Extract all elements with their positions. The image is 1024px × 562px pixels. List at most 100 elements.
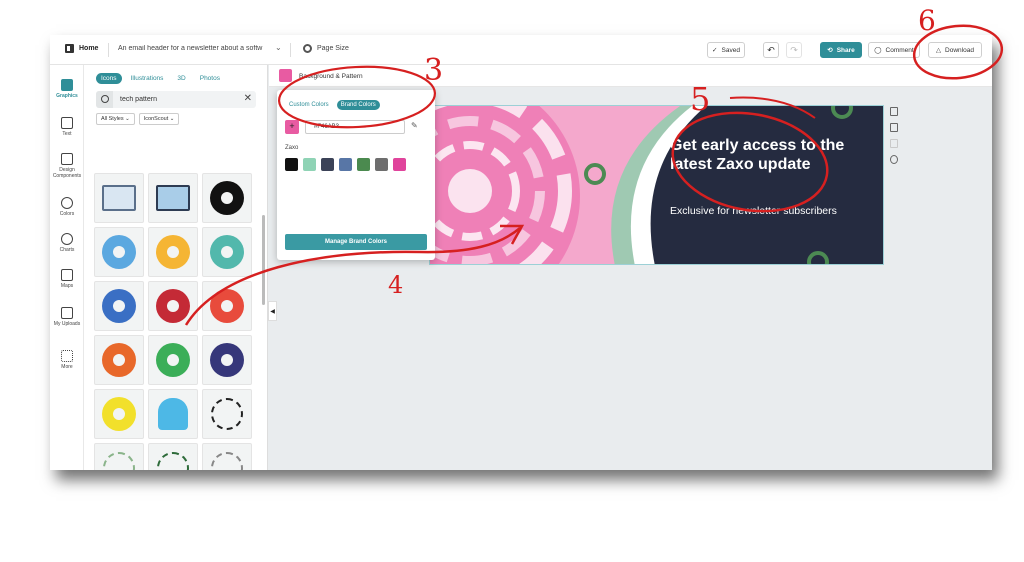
undo-button[interactable]: ↶ (763, 42, 779, 58)
saved-label: Saved (721, 46, 740, 54)
brand-color-swatch[interactable] (339, 158, 352, 171)
palette-icon (61, 197, 73, 209)
brand-color-swatch[interactable] (285, 158, 298, 171)
comment-button[interactable]: ◯ Comment (868, 42, 920, 58)
search-input[interactable] (120, 94, 230, 105)
components-icon (61, 153, 73, 165)
page-size-button[interactable]: Page Size (303, 44, 349, 53)
trash-icon[interactable] (890, 139, 898, 148)
divider (290, 43, 291, 57)
color-tabs: Custom Colors Brand Colors (285, 100, 380, 110)
hex-input[interactable]: #F46AB3 (305, 120, 405, 134)
result-tile[interactable] (202, 227, 252, 277)
tech-swirl-icon (210, 235, 244, 269)
page-size-label: Page Size (317, 45, 349, 52)
manage-brand-colors-button[interactable]: Manage Brand Colors (285, 234, 427, 250)
brand-color-swatch[interactable] (303, 158, 316, 171)
design-canvas[interactable]: Get early access to the latest Zaxo upda… (429, 105, 884, 265)
rail-label: Graphics (56, 93, 78, 99)
result-tile[interactable] (148, 173, 198, 223)
tech-swirl-icon (210, 343, 244, 377)
styles-label: All Styles (101, 116, 124, 122)
result-tile[interactable] (148, 443, 198, 470)
download-button[interactable]: △ Download (928, 42, 982, 58)
rail-item-my-uploads[interactable]: My Uploads (50, 307, 84, 327)
source-dropdown[interactable]: IconScout ⌄ (138, 113, 180, 125)
result-tile[interactable] (94, 227, 144, 277)
rail-item-design-components[interactable]: Design Components (50, 153, 84, 179)
home-button[interactable]: Home (65, 44, 98, 53)
tech-circle-icon (157, 452, 189, 470)
tab-brand-colors[interactable]: Brand Colors (336, 100, 380, 110)
result-tile[interactable] (148, 281, 198, 331)
brand-color-swatch[interactable] (321, 158, 334, 171)
background-color-swatch[interactable] (279, 69, 292, 82)
result-tile[interactable] (94, 389, 144, 439)
result-tile[interactable] (202, 173, 252, 223)
add-page-icon[interactable] (890, 107, 898, 116)
duplicate-icon[interactable] (890, 123, 898, 132)
rail-item-maps[interactable]: Maps (50, 269, 84, 289)
rail-item-colors[interactable]: Colors (50, 197, 84, 217)
graphics-panel: Icons Illustrations 3D Photos ✕ All Styl… (84, 65, 268, 470)
app-window: Home An email header for a newsletter ab… (50, 35, 992, 470)
result-tile[interactable] (202, 281, 252, 331)
laptop-grid-icon (156, 185, 190, 211)
add-color-button[interactable]: + (285, 120, 299, 134)
document-title[interactable]: An email header for a newsletter about a… (118, 45, 270, 52)
result-tile[interactable] (148, 389, 198, 439)
collapse-panel-button[interactable]: ◀ (268, 301, 277, 321)
rail-item-charts[interactable]: Charts (50, 233, 84, 253)
banner-subtext[interactable]: Exclusive for newsletter subscribers (670, 204, 860, 218)
top-bar: Home An email header for a newsletter ab… (50, 35, 992, 65)
result-tile[interactable] (94, 281, 144, 331)
icon-results-grid (94, 173, 254, 470)
tech-swirl-icon (102, 289, 136, 323)
result-tile[interactable] (202, 443, 252, 470)
tech-circle-icon (211, 398, 243, 430)
tech-swirl-icon (156, 343, 190, 377)
result-tile[interactable] (148, 335, 198, 385)
share-label: Share (836, 46, 855, 54)
settings-icon[interactable] (890, 155, 898, 164)
styles-dropdown[interactable]: All Styles ⌄ (96, 113, 135, 125)
eyedropper-icon[interactable]: ✎ (411, 121, 418, 130)
result-tile[interactable] (202, 335, 252, 385)
chevron-down-icon[interactable]: ⌄ (275, 43, 282, 52)
brand-color-swatch[interactable] (393, 158, 406, 171)
result-tile[interactable] (94, 173, 144, 223)
rail-item-graphics[interactable]: Graphics (50, 79, 84, 99)
banner-headline[interactable]: Get early access to the latest Zaxo upda… (670, 136, 860, 174)
share-button[interactable]: ⟲ Share (820, 42, 862, 58)
brand-color-swatch[interactable] (375, 158, 388, 171)
search-icon[interactable] (96, 91, 113, 108)
rail-item-text[interactable]: Text (50, 117, 84, 137)
share-icon: ⟲ (827, 47, 833, 54)
saved-button[interactable]: ✓ Saved (707, 42, 745, 58)
rail-label: Design Components (52, 167, 82, 179)
close-icon[interactable]: ✕ (244, 93, 252, 104)
element-side-tools (890, 107, 902, 171)
comment-icon: ◯ (874, 47, 882, 54)
tab-icons[interactable]: Icons (96, 73, 122, 84)
brand-kit-name: Zaxo (285, 145, 299, 151)
folder-icon (61, 307, 73, 319)
result-tile[interactable] (94, 443, 144, 470)
text-icon (61, 117, 73, 129)
redo-button[interactable]: ↷ (786, 42, 802, 58)
comment-label: Comment (885, 46, 914, 54)
tab-3d[interactable]: 3D (172, 73, 190, 84)
tab-custom-colors[interactable]: Custom Colors (285, 100, 333, 110)
rail-label: More (61, 364, 73, 370)
result-tile[interactable] (94, 335, 144, 385)
result-tile[interactable] (148, 227, 198, 277)
tab-photos[interactable]: Photos (195, 73, 225, 84)
tab-illustrations[interactable]: Illustrations (126, 73, 169, 84)
search-box: ✕ (96, 91, 256, 108)
brand-color-swatch[interactable] (357, 158, 370, 171)
background-pattern-label[interactable]: Background & Pattern (299, 73, 363, 80)
panel-scrollbar[interactable] (262, 215, 265, 305)
rail-item-more[interactable]: More (50, 350, 84, 370)
result-tile[interactable] (202, 389, 252, 439)
download-icon: △ (936, 47, 942, 54)
